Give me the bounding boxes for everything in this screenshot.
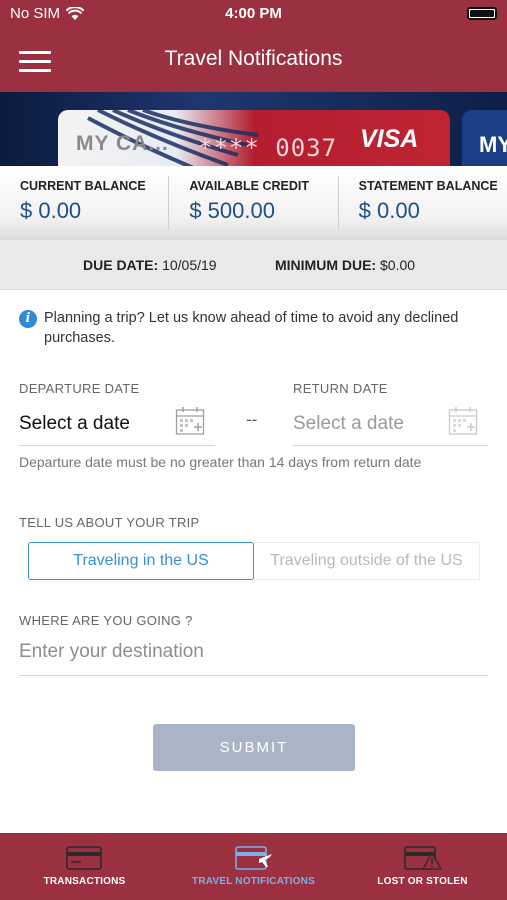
card-number: **** 0037: [198, 134, 338, 162]
return-date-label: RETURN DATE: [293, 381, 388, 396]
nav-label: TRANSACTIONS: [43, 876, 126, 887]
tab-traveling-outside-us[interactable]: Traveling outside of the US: [254, 542, 480, 580]
balance-value: $ 0.00: [20, 198, 82, 223]
minimum-due-label: MINIMUM DUE:: [275, 257, 377, 273]
calendar-icon[interactable]: [175, 406, 205, 436]
minimum-due: MINIMUM DUE: $0.00: [275, 257, 415, 273]
balance-label: STATEMENT BALANCE: [358, 179, 498, 193]
departure-date-field[interactable]: Select a date: [19, 406, 215, 446]
submit-button[interactable]: SUBMIT: [153, 724, 355, 771]
page-title: Travel Notifications: [164, 47, 343, 70]
info-text: Planning a trip? Let us know ahead of ti…: [44, 310, 459, 346]
destination-placeholder: Enter your destination: [19, 641, 204, 662]
nav-label: TRAVEL NOTIFICATIONS: [192, 876, 315, 887]
card-plane-icon: [234, 846, 272, 870]
return-date-value: Select a date: [293, 413, 404, 434]
date-hint: Departure date must be no greater than 1…: [19, 454, 422, 470]
card-list-icon: [65, 846, 102, 870]
balance-summary: CURRENT BALANCE $ 0.00 AVAILABLE CREDIT …: [0, 166, 507, 240]
current-balance: CURRENT BALANCE $ 0.00: [0, 176, 170, 230]
destination-input[interactable]: Enter your destination: [19, 636, 488, 676]
nav-transactions[interactable]: TRANSACTIONS: [0, 833, 169, 900]
trip-type-toggle[interactable]: Traveling in the US Traveling outside of…: [28, 542, 480, 580]
due-date-value: 10/05/19: [162, 257, 217, 273]
balance-label: AVAILABLE CREDIT: [189, 179, 309, 193]
info-icon: i: [19, 310, 37, 328]
info-message: i Planning a trip? Let us know ahead of …: [19, 308, 489, 348]
next-card-label: MY: [479, 132, 507, 157]
nav-label: LOST OR STOLEN: [377, 876, 468, 887]
app-header: No SIM 4:00 PM Travel Notifications: [0, 0, 507, 92]
card-carousel[interactable]: MY CA... **** 0037 VISA MY: [0, 92, 507, 166]
battery-icon: [467, 7, 497, 20]
due-date-label: DUE DATE:: [83, 257, 159, 273]
minimum-due-value: $0.00: [380, 257, 416, 273]
return-date-field[interactable]: Select a date: [293, 406, 488, 446]
card-name: MY CA...: [76, 132, 169, 155]
nav-travel-notifications[interactable]: TRAVEL NOTIFICATIONS: [169, 833, 338, 900]
destination-label: WHERE ARE YOU GOING ?: [19, 613, 193, 628]
departure-date-value: Select a date: [19, 413, 130, 434]
trip-type-label: TELL US ABOUT YOUR TRIP: [19, 515, 200, 530]
credit-card[interactable]: MY CA... **** 0037 VISA: [58, 110, 450, 166]
next-card[interactable]: MY: [462, 110, 507, 166]
balance-label: CURRENT BALANCE: [20, 179, 146, 193]
status-bar: No SIM 4:00 PM: [0, 0, 507, 28]
departure-date-label: DEPARTURE DATE: [19, 381, 140, 396]
calendar-icon[interactable]: [448, 406, 478, 436]
nav-lost-or-stolen[interactable]: LOST OR STOLEN: [338, 833, 507, 900]
visa-logo: VISA: [360, 125, 419, 153]
date-separator: --: [246, 410, 258, 429]
card-warning-icon: [403, 846, 442, 870]
due-info: DUE DATE: 10/05/19 MINIMUM DUE: $0.00: [0, 240, 507, 290]
due-date: DUE DATE: 10/05/19: [83, 257, 217, 273]
bottom-nav: TRANSACTIONS TRAVEL NOTIFICATIONS LOST O…: [0, 833, 507, 900]
balance-value: $ 0.00: [358, 198, 420, 223]
tab-traveling-us[interactable]: Traveling in the US: [28, 542, 254, 580]
clock: 4:00 PM: [225, 5, 282, 22]
available-credit: AVAILABLE CREDIT $ 500.00: [169, 176, 339, 230]
statement-balance: STATEMENT BALANCE $ 0.00: [339, 176, 507, 230]
balance-value: $ 500.00: [189, 198, 275, 223]
